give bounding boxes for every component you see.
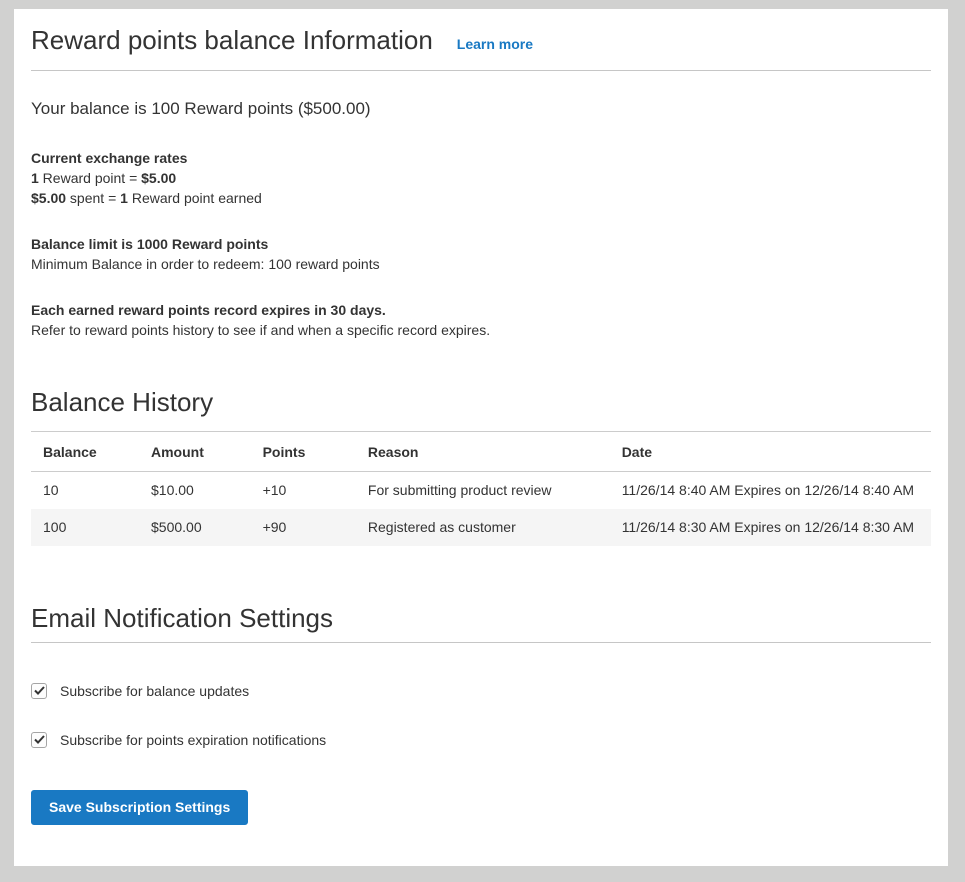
cell-points: +10 [251,472,356,509]
cell-reason: For submitting product review [356,472,610,509]
subscribe-balance-updates-label: Subscribe for balance updates [60,682,249,700]
cell-amount: $500.00 [139,509,251,546]
cell-date: 11/26/14 8:40 AM Expires on 12/26/14 8:4… [610,472,931,509]
minimum-balance-text: Minimum Balance in order to redeem: 100 … [31,254,931,274]
exchange-rates-section: Current exchange rates 1 Reward point = … [31,148,931,208]
reward-points-panel: Reward points balance Information Learn … [14,9,948,866]
subscribe-balance-updates-checkbox[interactable] [31,683,47,699]
learn-more-link[interactable]: Learn more [457,36,533,52]
page-header: Reward points balance Information Learn … [31,9,931,71]
expiration-section: Each earned reward points record expires… [31,300,931,340]
cell-amount: $10.00 [139,472,251,509]
exchange-rates-heading: Current exchange rates [31,148,931,168]
table-row: 100 $500.00 +90 Registered as customer 1… [31,509,931,546]
balance-limit-section: Balance limit is 1000 Reward points Mini… [31,234,931,274]
save-subscription-settings-button[interactable]: Save Subscription Settings [31,790,248,825]
expiration-note: Refer to reward points history to see if… [31,320,931,340]
subscribe-balance-updates-row[interactable]: Subscribe for balance updates [31,682,931,700]
column-header-points: Points [251,432,356,472]
page-title: Reward points balance Information [31,24,433,56]
checkmark-icon [34,686,45,695]
exchange-rate-earning-line: 1 Reward point = $5.00 [31,168,931,188]
table-header-row: Balance Amount Points Reason Date [31,432,931,472]
cell-balance: 100 [31,509,139,546]
subscribe-expiration-notifications-label: Subscribe for points expiration notifica… [60,731,326,749]
balance-message: Your balance is 100 Reward points ($500.… [31,98,931,120]
cell-points: +90 [251,509,356,546]
cell-reason: Registered as customer [356,509,610,546]
cell-date: 11/26/14 8:30 AM Expires on 12/26/14 8:3… [610,509,931,546]
balance-limit-heading: Balance limit is 1000 Reward points [31,234,931,254]
exchange-rate-spending-line: $5.00 spent = 1 Reward point earned [31,188,931,208]
column-header-balance: Balance [31,432,139,472]
subscribe-expiration-notifications-row[interactable]: Subscribe for points expiration notifica… [31,731,931,749]
subscribe-expiration-notifications-checkbox[interactable] [31,732,47,748]
email-notification-settings-title: Email Notification Settings [31,602,931,643]
balance-history-title: Balance History [31,386,931,418]
column-header-date: Date [610,432,931,472]
table-row: 10 $10.00 +10 For submitting product rev… [31,472,931,509]
cell-balance: 10 [31,472,139,509]
expiration-heading: Each earned reward points record expires… [31,300,931,320]
column-header-reason: Reason [356,432,610,472]
checkmark-icon [34,735,45,744]
column-header-amount: Amount [139,432,251,472]
balance-history-table: Balance Amount Points Reason Date 10 $10… [31,431,931,546]
